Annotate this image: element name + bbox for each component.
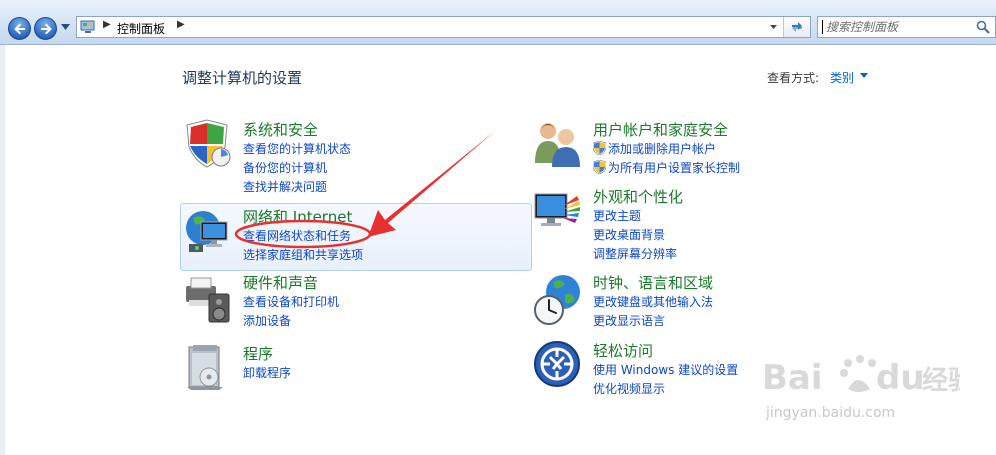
link-parental-controls[interactable]: 为所有用户设置家长控制 — [593, 159, 740, 176]
link-adjust-resolution[interactable]: 调整屏幕分辨率 — [593, 245, 677, 262]
arrow-left-icon — [14, 23, 25, 35]
link-change-input-method[interactable]: 更改键盘或其他输入法 — [593, 293, 713, 310]
control-panel-icon — [80, 20, 95, 33]
category-network-internet: 网络和 Internet 查看网络状态和任务 选择家庭组和共享选项 — [183, 206, 523, 266]
category-title[interactable]: 用户帐户和家庭安全 — [593, 119, 728, 140]
link-devices-printers[interactable]: 查看设备和打印机 — [243, 293, 339, 310]
category-title[interactable]: 程序 — [243, 343, 273, 364]
link-label: 添加或删除用户帐户 — [608, 142, 717, 156]
link-label: 为所有用户设置家长控制 — [608, 161, 741, 175]
link-recommended-settings[interactable]: 使用 Windows 建议的设置 — [593, 361, 738, 378]
category-hardware-sound: 硬件和声音 查看设备和打印机 添加设备 — [183, 272, 503, 332]
view-by-dropdown[interactable]: 类别 — [830, 69, 854, 86]
refresh-icon — [792, 22, 802, 32]
category-title[interactable]: 系统和安全 — [243, 119, 318, 140]
forward-button[interactable] — [34, 17, 57, 40]
category-title[interactable]: 时钟、语言和区域 — [593, 272, 713, 293]
appearance-monitor-icon[interactable] — [533, 186, 583, 236]
search-box[interactable] — [817, 16, 996, 38]
link-uninstall-program[interactable]: 卸载程序 — [243, 364, 291, 381]
back-button[interactable] — [8, 17, 31, 40]
link-backup-computer[interactable]: 备份您的计算机 — [243, 159, 327, 176]
svg-text:du: du — [876, 358, 925, 398]
users-icon[interactable] — [533, 119, 583, 167]
link-homegroup-sharing[interactable]: 选择家庭组和共享选项 — [243, 246, 363, 263]
chevron-down-icon[interactable] — [769, 20, 778, 34]
network-globe-icon[interactable] — [183, 206, 233, 256]
view-by-label: 查看方式: — [767, 71, 820, 85]
link-view-computer-status[interactable]: 查看您的计算机状态 — [243, 140, 351, 157]
programs-disc-box-icon[interactable] — [183, 343, 229, 391]
link-optimize-video-display[interactable]: 优化视频显示 — [593, 380, 665, 397]
text-caret — [822, 20, 823, 34]
search-icon[interactable] — [976, 20, 990, 34]
breadcrumb-separator-icon[interactable]: ▶ — [103, 19, 111, 30]
category-title[interactable]: 轻松访问 — [593, 340, 653, 361]
clock-globe-icon[interactable] — [533, 272, 583, 326]
link-add-device[interactable]: 添加设备 — [243, 312, 291, 329]
category-title[interactable]: 硬件和声音 — [243, 272, 318, 293]
breadcrumb-control-panel[interactable]: 控制面板 — [117, 20, 165, 37]
accessibility-icon[interactable] — [533, 340, 581, 388]
search-input[interactable] — [826, 18, 966, 36]
link-change-display-language[interactable]: 更改显示语言 — [593, 312, 665, 329]
chevron-down-icon[interactable] — [860, 73, 868, 78]
category-system-security: 系统和安全 查看您的计算机状态 备份您的计算机 查找并解决问题 — [183, 119, 503, 199]
page-title: 调整计算机的设置 — [182, 69, 303, 87]
left-border — [0, 45, 5, 455]
link-add-remove-accounts[interactable]: 添加或删除用户帐户 — [593, 140, 716, 157]
recent-pages-dropdown[interactable] — [61, 24, 70, 30]
uac-shield-icon — [593, 141, 606, 155]
link-change-desktop-background[interactable]: 更改桌面背景 — [593, 226, 665, 243]
address-toolbar: ▶ 控制面板 ▶ — [0, 0, 996, 45]
category-title[interactable]: 外观和个性化 — [593, 186, 683, 207]
address-box[interactable]: ▶ 控制面板 ▶ — [76, 16, 811, 38]
watermark-domain: jingyan.baidu.com — [766, 405, 896, 421]
category-programs: 程序 卸载程序 — [183, 343, 503, 393]
category-ease-of-access: 轻松访问 使用 Windows 建议的设置 优化视频显示 — [533, 340, 853, 400]
printer-speaker-icon[interactable] — [183, 272, 233, 324]
link-view-network-status[interactable]: 查看网络状态和任务 — [243, 227, 351, 244]
category-title[interactable]: 网络和 Internet — [243, 206, 352, 227]
category-user-accounts: 用户帐户和家庭安全 添加或删除用户帐户 为所有用户设置家长控制 — [533, 119, 853, 179]
refresh-button[interactable] — [783, 17, 810, 37]
category-appearance: 外观和个性化 更改主题 更改桌面背景 调整屏幕分辨率 — [533, 186, 853, 266]
arrow-right-icon — [41, 23, 52, 35]
link-troubleshoot[interactable]: 查找并解决问题 — [243, 178, 327, 195]
link-change-theme[interactable]: 更改主题 — [593, 207, 641, 224]
uac-shield-icon — [593, 160, 606, 174]
security-shield-icon[interactable] — [183, 119, 231, 169]
category-clock-language-region: 时钟、语言和区域 更改键盘或其他输入法 更改显示语言 — [533, 272, 853, 332]
breadcrumb-separator-icon[interactable]: ▶ — [177, 19, 185, 30]
svg-text:经验: 经验 — [922, 365, 960, 396]
